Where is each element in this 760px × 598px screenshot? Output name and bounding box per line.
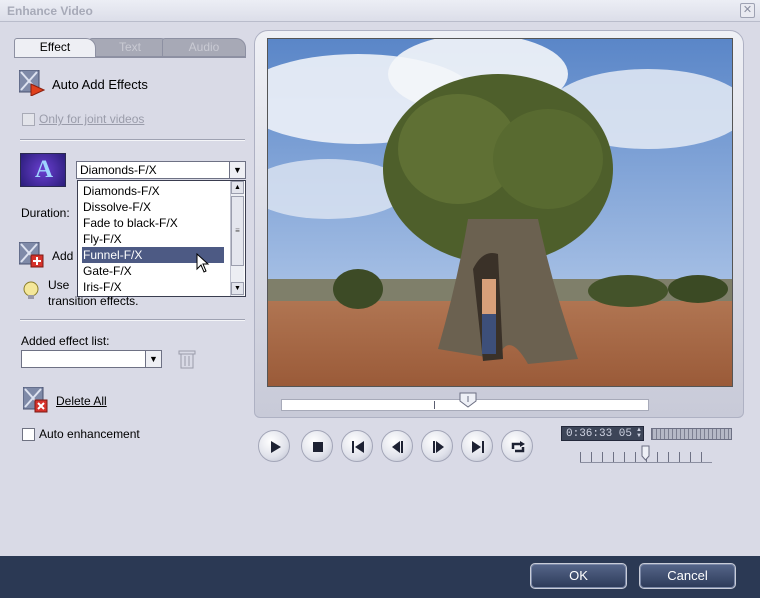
step-back-icon <box>392 441 403 453</box>
loop-icon <box>511 441 525 453</box>
cursor-icon <box>196 253 210 273</box>
effect-preview-thumbnail: A <box>20 153 66 187</box>
chevron-down-icon[interactable]: ▼ <box>145 351 161 367</box>
scrubber-marker <box>434 401 435 409</box>
effect-dropdown-list[interactable]: Diamonds-F/X Dissolve-F/X Fade to black-… <box>77 180 246 297</box>
list-item[interactable]: Fade to black-F/X <box>82 215 224 231</box>
tab-audio[interactable]: Audio <box>162 38 246 56</box>
auto-enhancement-label: Auto enhancement <box>39 427 140 441</box>
timecode-display[interactable]: 0:36:33 05 <box>561 426 644 441</box>
jog-wheel[interactable] <box>651 428 732 440</box>
list-item[interactable]: Fly-F/X <box>82 231 224 247</box>
video-frame-image <box>268 39 732 386</box>
effect-select[interactable]: Diamonds-F/X ▼ <box>76 161 246 179</box>
close-icon: ✕ <box>742 4 753 16</box>
list-item[interactable]: Diamonds-F/X <box>82 183 224 199</box>
window-title: Enhance Video <box>7 4 93 18</box>
skip-end-icon <box>472 441 484 453</box>
chevron-down-icon[interactable]: ▼ <box>229 162 245 178</box>
auto-add-effects-icon[interactable] <box>19 70 45 96</box>
added-effect-list-label: Added effect list: <box>21 334 110 348</box>
step-back-button[interactable] <box>381 430 413 462</box>
scroll-down-icon[interactable]: ▼ <box>231 282 244 295</box>
separator <box>20 139 245 141</box>
stop-icon <box>313 442 323 452</box>
list-item[interactable]: Dissolve-F/X <box>82 199 224 215</box>
delete-all-label[interactable]: Delete All <box>56 394 107 408</box>
only-joint-videos-checkbox[interactable] <box>22 113 35 126</box>
skip-start-icon <box>352 441 364 453</box>
dropdown-scrollbar[interactable]: ▲ ≡ ▼ <box>230 181 244 296</box>
add-effect-icon[interactable] <box>19 242 45 268</box>
only-joint-videos-label: Only for joint videos <box>39 112 145 126</box>
skip-end-button[interactable] <box>461 430 493 462</box>
step-forward-button[interactable] <box>421 430 453 462</box>
timecode-spinner[interactable]: ▲ ▼ <box>636 427 644 440</box>
loop-button[interactable] <box>501 430 533 462</box>
stop-button[interactable] <box>301 430 333 462</box>
tab-strip: Effect Text Audio <box>14 38 246 58</box>
added-effect-select[interactable]: ▼ <box>21 350 162 368</box>
auto-enhancement-checkbox[interactable] <box>22 428 35 441</box>
scroll-thumb[interactable]: ≡ <box>231 196 244 266</box>
play-icon <box>271 441 281 453</box>
title-bar: Enhance Video ✕ <box>0 0 760 22</box>
speed-track[interactable] <box>580 462 712 463</box>
tab-effect[interactable]: Effect <box>14 38 96 57</box>
speed-slider-handle[interactable] <box>641 445 650 461</box>
tip-line1: Use <box>48 278 70 292</box>
scroll-up-icon[interactable]: ▲ <box>231 181 244 194</box>
scrubber-handle[interactable] <box>458 392 478 408</box>
duration-label: Duration: <box>21 206 70 220</box>
close-button[interactable]: ✕ <box>740 3 755 18</box>
separator <box>20 319 245 321</box>
lightbulb-icon <box>23 281 39 299</box>
ok-button[interactable]: OK <box>530 563 627 589</box>
cancel-button[interactable]: Cancel <box>639 563 736 589</box>
video-preview <box>267 38 733 387</box>
tab-text[interactable]: Text <box>89 38 171 56</box>
auto-add-effects-label[interactable]: Auto Add Effects <box>52 77 148 92</box>
trash-icon[interactable] <box>178 349 196 369</box>
list-item[interactable]: Iris-F/X <box>82 279 224 295</box>
delete-all-icon[interactable] <box>23 387 49 413</box>
play-button[interactable] <box>258 430 290 462</box>
add-label[interactable]: Add <box>52 249 73 263</box>
skip-start-button[interactable] <box>341 430 373 462</box>
step-forward-icon <box>433 441 444 453</box>
